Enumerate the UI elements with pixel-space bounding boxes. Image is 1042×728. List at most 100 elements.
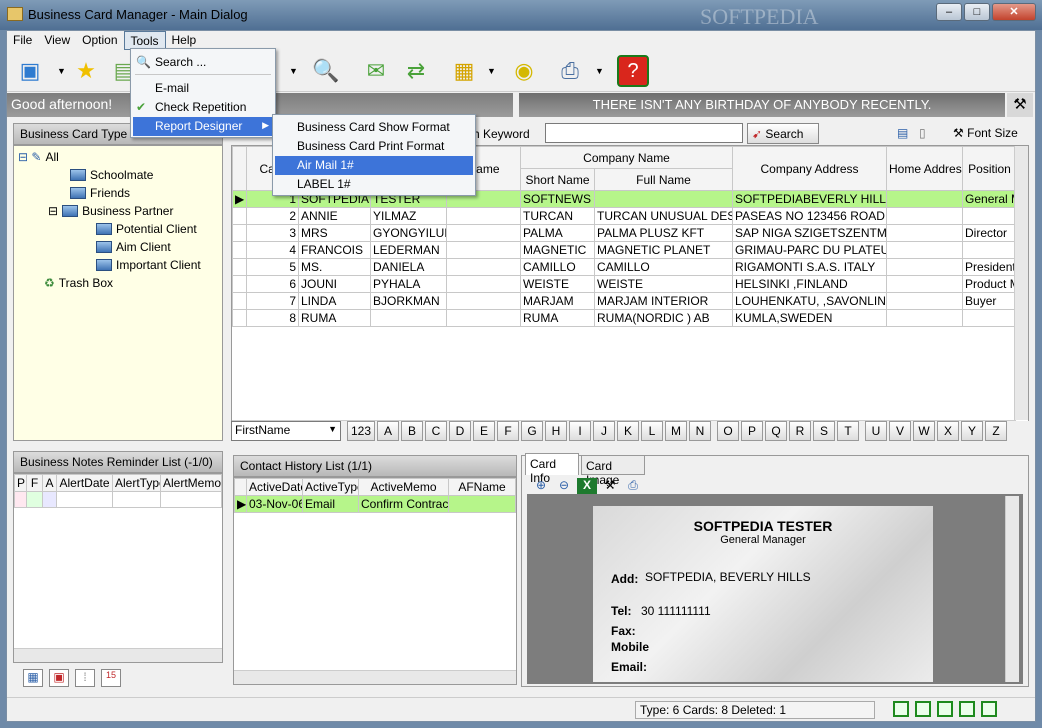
tree-item-trash-box[interactable]: ♻ Trash Box xyxy=(44,276,113,290)
tab-card-image[interactable]: Card Image xyxy=(581,455,645,487)
layout-3-icon[interactable] xyxy=(937,701,953,717)
layout-4-icon[interactable] xyxy=(959,701,975,717)
notes-col-alerttype[interactable]: AlertType xyxy=(112,474,161,492)
table-row[interactable]: 7 LINDA BJORKMAN MARJAM MARJAM INTERIOR LOUHE… xyxy=(232,292,1018,310)
week-view-icon[interactable]: ⁞ xyxy=(75,669,95,687)
letter-button-u[interactable]: U xyxy=(865,421,887,441)
contact-col-afname[interactable]: AFName xyxy=(448,478,516,496)
letter-button-i[interactable]: I xyxy=(569,421,591,441)
menu-option[interactable]: Option xyxy=(76,31,123,50)
grid-vertical-scrollbar[interactable] xyxy=(1014,146,1028,420)
font-size-button[interactable]: ⚒ Font Size xyxy=(953,126,1018,140)
tree-item-business-partner[interactable]: ⊟ Business Partner xyxy=(48,204,173,218)
notes-col-p[interactable]: P xyxy=(14,474,27,492)
submenu-show-format[interactable]: Business Card Show Format xyxy=(275,118,473,137)
letter-button-e[interactable]: E xyxy=(473,421,495,441)
letter-button-s[interactable]: S xyxy=(813,421,835,441)
layout-5-icon[interactable] xyxy=(981,701,997,717)
close-button[interactable]: ✕ xyxy=(992,3,1036,21)
table-row[interactable]: 8 RUMA RUMA RUMA(NORDIC ) AB KUMLA,SWEDEN xyxy=(232,309,1018,327)
submenu-air-mail[interactable]: Air Mail 1# xyxy=(275,156,473,175)
table-row[interactable]: 4 FRANCOIS LEDERMAN MAGNETIC MAGNETIC PLANET… xyxy=(232,241,1018,259)
table-row[interactable]: 3MRSGYONGYILUKA PALMAPALMA PLUSZ KFTSAP N… xyxy=(232,224,1018,242)
help-icon[interactable]: ? xyxy=(617,55,649,87)
search-input[interactable] xyxy=(545,123,743,143)
column-header-short-name[interactable]: Short Name xyxy=(520,168,595,191)
letter-button-q[interactable]: Q xyxy=(765,421,787,441)
notes-horizontal-scrollbar[interactable] xyxy=(14,648,222,662)
submenu-print-format[interactable]: Business Card Print Format xyxy=(275,137,473,156)
menu-item-check-repetition[interactable]: ✔ Check Repetition xyxy=(133,98,273,117)
filter-field-select[interactable]: FirstName ▼ xyxy=(231,421,341,441)
layout-icon[interactable]: ▤ xyxy=(897,126,908,140)
table-row[interactable]: 6 JOUNI PYHALA WEISTE WEISTE HELSINKI ,FINLAN… xyxy=(232,275,1018,293)
layout-2-icon[interactable] xyxy=(915,701,931,717)
letter-button-j[interactable]: J xyxy=(593,421,615,441)
letter-button-z[interactable]: Z xyxy=(985,421,1007,441)
notes-col-f[interactable]: F xyxy=(26,474,43,492)
tree-item-aim-client[interactable]: Aim Client xyxy=(96,240,171,254)
search-icon[interactable]: 🔍 xyxy=(309,54,343,88)
minimize-button[interactable]: – xyxy=(936,3,962,21)
chevron-down-icon[interactable]: ▼ xyxy=(595,66,604,76)
contact-col-activememo[interactable]: ActiveMemo xyxy=(358,478,449,496)
letter-button-b[interactable]: B xyxy=(401,421,423,441)
letter-button-f[interactable]: F xyxy=(497,421,519,441)
menu-item-report-designer[interactable]: Report Designer ▶ xyxy=(133,117,273,136)
letter-button-n[interactable]: N xyxy=(689,421,711,441)
contact-col-activedate[interactable]: ActiveDate xyxy=(246,478,303,496)
table-row[interactable]: 2ANNIEYILMAZ TURCANTURCAN UNUSUAL DESIGPA… xyxy=(232,207,1018,225)
calendar-icon[interactable]: ▦ xyxy=(23,669,43,687)
new-card-icon[interactable]: ▣ xyxy=(13,54,47,88)
letter-button-l[interactable]: L xyxy=(641,421,663,441)
letter-button-c[interactable]: C xyxy=(425,421,447,441)
month-view-icon[interactable]: 15 xyxy=(101,669,121,687)
column-header-full-name[interactable]: Full Name xyxy=(593,168,734,191)
column-header-position[interactable]: Position xyxy=(962,146,1018,191)
star-icon[interactable]: ★ xyxy=(69,54,103,88)
menu-file[interactable]: File xyxy=(7,31,38,50)
letter-button-y[interactable]: Y xyxy=(961,421,983,441)
tree-item-all[interactable]: ⊟ ✎ All xyxy=(18,150,59,164)
letter-button-123[interactable]: 123 xyxy=(347,421,375,441)
contact-row[interactable]: ▶ 03-Nov-06 Email Confirm Contract ... xyxy=(234,495,516,513)
folder-icon[interactable]: ▦ xyxy=(447,54,481,88)
printer-icon[interactable]: ⎙ xyxy=(553,54,587,88)
layout-1-icon[interactable] xyxy=(893,701,909,717)
tree-item-schoolmate[interactable]: Schoolmate xyxy=(70,168,153,182)
mail-icon[interactable]: ✉ xyxy=(359,54,393,88)
notes-col-a[interactable]: A xyxy=(42,474,57,492)
menu-view[interactable]: View xyxy=(38,31,76,50)
maximize-button[interactable]: □ xyxy=(964,3,990,21)
database-icon[interactable]: ◉ xyxy=(507,54,541,88)
chevron-down-icon[interactable]: ▼ xyxy=(57,66,66,76)
letter-button-r[interactable]: R xyxy=(789,421,811,441)
letter-button-k[interactable]: K xyxy=(617,421,639,441)
page-icon[interactable]: ▯ xyxy=(919,126,926,140)
contact-col-activetype[interactable]: ActiveType xyxy=(302,478,359,496)
export-icon[interactable]: ⇄ xyxy=(399,54,433,88)
chevron-down-icon[interactable]: ▼ xyxy=(487,66,496,76)
column-header-home-address[interactable]: Home Address xyxy=(886,146,964,191)
letter-button-v[interactable]: V xyxy=(889,421,911,441)
tree-item-friends[interactable]: Friends xyxy=(70,186,130,200)
letter-button-o[interactable]: O xyxy=(717,421,739,441)
letter-button-x[interactable]: X xyxy=(937,421,959,441)
contact-horizontal-scrollbar[interactable] xyxy=(234,670,516,684)
notes-col-alertmemo[interactable]: AlertMemo xyxy=(160,474,222,492)
notes-col-alertdate[interactable]: AlertDate xyxy=(56,474,113,492)
menu-item-email[interactable]: E-mail xyxy=(133,79,273,98)
tree-item-potential-client[interactable]: Potential Client xyxy=(96,222,197,236)
letter-button-a[interactable]: A xyxy=(377,421,399,441)
letter-button-d[interactable]: D xyxy=(449,421,471,441)
letter-button-g[interactable]: G xyxy=(521,421,543,441)
letter-button-h[interactable]: H xyxy=(545,421,567,441)
menu-item-search[interactable]: 🔍 Search ... xyxy=(133,53,273,72)
letter-button-p[interactable]: P xyxy=(741,421,763,441)
tree-item-important-client[interactable]: Important Client xyxy=(96,258,201,272)
submenu-label[interactable]: LABEL 1# xyxy=(275,175,473,194)
chevron-down-icon[interactable]: ▼ xyxy=(289,66,298,76)
tab-card-info[interactable]: Card Info xyxy=(525,453,579,485)
letter-button-m[interactable]: M xyxy=(665,421,687,441)
day-view-icon[interactable]: ▣ xyxy=(49,669,69,687)
